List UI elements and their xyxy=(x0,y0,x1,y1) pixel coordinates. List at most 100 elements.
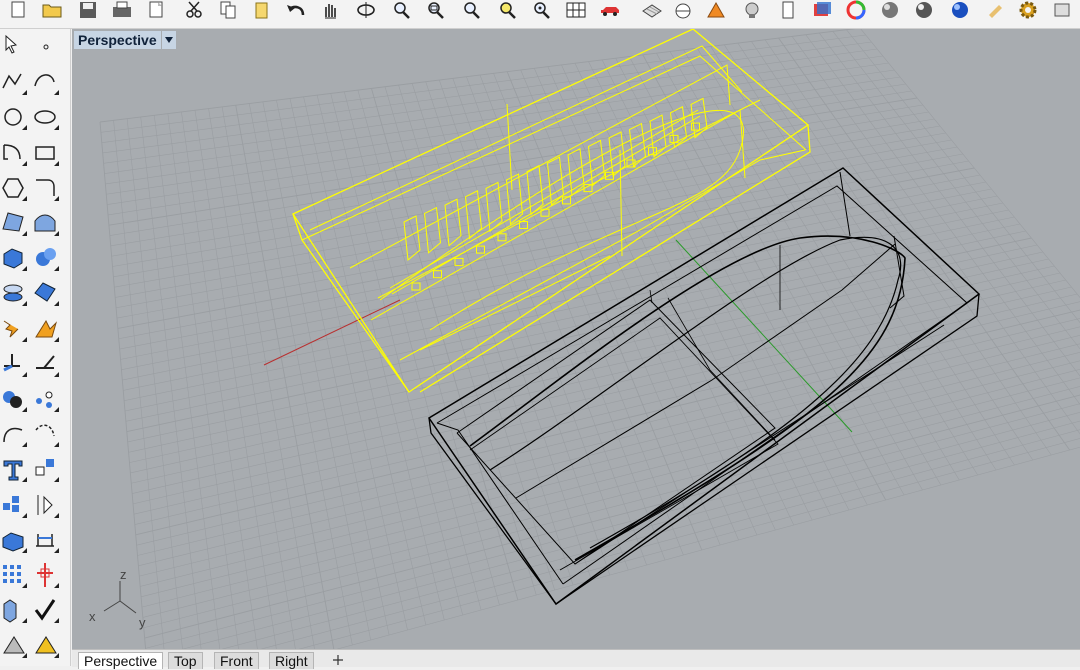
color-wheel-icon[interactable] xyxy=(844,0,868,20)
rendered-sphere-icon[interactable] xyxy=(912,0,936,20)
point-cloud-icon[interactable] xyxy=(32,385,60,413)
keel-line xyxy=(392,116,700,294)
render-icon[interactable] xyxy=(810,0,834,20)
gumball-icon[interactable] xyxy=(32,561,60,589)
new-file-icon[interactable] xyxy=(6,0,30,20)
car-icon[interactable] xyxy=(598,0,622,20)
check-icon[interactable] xyxy=(32,596,60,624)
explode-icon[interactable] xyxy=(0,315,28,343)
curve-control-icon[interactable] xyxy=(32,420,60,448)
polygon-icon[interactable] xyxy=(0,174,28,202)
dimension-icon[interactable] xyxy=(32,526,60,554)
arc-icon[interactable] xyxy=(0,139,28,167)
box-solid-icon[interactable] xyxy=(0,244,28,272)
group-icon[interactable] xyxy=(0,385,28,413)
surface-patch-icon[interactable] xyxy=(0,209,28,237)
cut-icon[interactable] xyxy=(182,0,206,20)
grid-line xyxy=(494,73,684,555)
drafting-icon[interactable] xyxy=(0,631,28,659)
grid-line xyxy=(140,343,1080,586)
boolean-icon[interactable] xyxy=(32,315,60,343)
perspective-viewport[interactable]: Perspective z x y xyxy=(72,29,1080,649)
zoom-target-icon[interactable] xyxy=(530,0,554,20)
pan-icon[interactable] xyxy=(318,0,342,20)
viewport-title-label[interactable]: Perspective xyxy=(74,31,161,49)
render-tools-icon[interactable] xyxy=(32,631,60,659)
grid-line xyxy=(135,301,1080,525)
surface-loft-icon[interactable] xyxy=(32,209,60,237)
grid-line xyxy=(684,50,941,485)
point-icon[interactable] xyxy=(32,33,60,61)
select-arrow-icon[interactable] xyxy=(0,33,28,61)
grid-array-icon[interactable] xyxy=(0,561,28,589)
clipboard-icon[interactable] xyxy=(776,0,800,20)
trim-icon[interactable] xyxy=(0,350,28,378)
axis-x-label: x xyxy=(89,609,96,624)
layer-icon[interactable] xyxy=(640,0,664,20)
zoom-extents-icon[interactable] xyxy=(460,0,484,20)
open-folder-icon[interactable] xyxy=(40,0,64,20)
rotate-view-icon[interactable] xyxy=(354,0,378,20)
axis-indicator: z x y xyxy=(82,569,152,639)
tray-top-outline xyxy=(429,168,979,604)
osnap-icon[interactable] xyxy=(704,0,728,20)
zoom-window-icon[interactable] xyxy=(424,0,448,20)
text-icon[interactable] xyxy=(0,455,28,483)
undo-icon[interactable] xyxy=(284,0,308,20)
transform-icon[interactable] xyxy=(32,455,60,483)
hull-section xyxy=(668,298,775,440)
grid-line xyxy=(751,41,1032,460)
viewport-menu-arrow-icon[interactable] xyxy=(162,31,176,49)
x-axis-line xyxy=(264,300,400,365)
more-icon[interactable] xyxy=(1050,0,1074,20)
copy-icon[interactable] xyxy=(216,0,240,20)
plus-icon[interactable] xyxy=(330,653,346,667)
polyline-icon[interactable] xyxy=(0,68,28,96)
mirror-icon[interactable] xyxy=(32,491,60,519)
template-icon[interactable] xyxy=(144,0,168,20)
array-icon[interactable] xyxy=(0,491,28,519)
rectangle-icon[interactable] xyxy=(32,139,60,167)
main-toolbar xyxy=(0,0,1080,29)
sphere-solid-icon[interactable] xyxy=(32,244,60,272)
print-icon[interactable] xyxy=(110,0,134,20)
cylinder-icon[interactable] xyxy=(0,279,28,307)
axis-z-label: z xyxy=(120,567,127,582)
hull-rib xyxy=(486,182,502,231)
viewport-scene[interactable] xyxy=(72,29,1080,649)
tab-right[interactable]: Right xyxy=(269,652,314,669)
solid-tools-icon[interactable] xyxy=(0,526,28,554)
mold-inner xyxy=(420,256,610,350)
shaded-sphere-icon[interactable] xyxy=(878,0,902,20)
viewport-title[interactable]: Perspective xyxy=(74,31,176,49)
zoom-icon[interactable] xyxy=(390,0,414,20)
grid-line xyxy=(534,68,738,540)
viewport-tabs: Perspective Top Front Right xyxy=(72,649,1080,667)
light-icon[interactable] xyxy=(740,0,764,20)
construction-grid xyxy=(100,29,1080,649)
split-icon[interactable] xyxy=(32,350,60,378)
grid-line xyxy=(575,63,794,525)
tab-perspective[interactable]: Perspective xyxy=(78,652,163,669)
zoom-selected-icon[interactable] xyxy=(496,0,520,20)
options-gear-icon[interactable] xyxy=(1016,0,1040,20)
curve-edit-icon[interactable] xyxy=(0,420,28,448)
paste-icon[interactable] xyxy=(250,0,274,20)
grid-line xyxy=(148,406,1080,649)
fillet-curve-icon[interactable] xyxy=(32,174,60,202)
mesh-icon[interactable] xyxy=(32,279,60,307)
grid-line xyxy=(145,378,1080,638)
grid-line xyxy=(143,364,1080,617)
grid-line xyxy=(738,43,1015,465)
curve-icon[interactable] xyxy=(32,68,60,96)
paint-icon[interactable] xyxy=(984,0,1008,20)
grid-icon[interactable] xyxy=(564,0,588,20)
save-icon[interactable] xyxy=(76,0,100,20)
tab-front[interactable]: Front xyxy=(214,652,259,669)
analyze-icon[interactable] xyxy=(0,596,28,624)
snap-icon[interactable] xyxy=(672,0,696,20)
ellipse-icon[interactable] xyxy=(32,103,60,131)
circle-icon[interactable] xyxy=(0,103,28,131)
blue-sphere-icon[interactable] xyxy=(948,0,972,20)
tab-top[interactable]: Top xyxy=(168,652,203,669)
